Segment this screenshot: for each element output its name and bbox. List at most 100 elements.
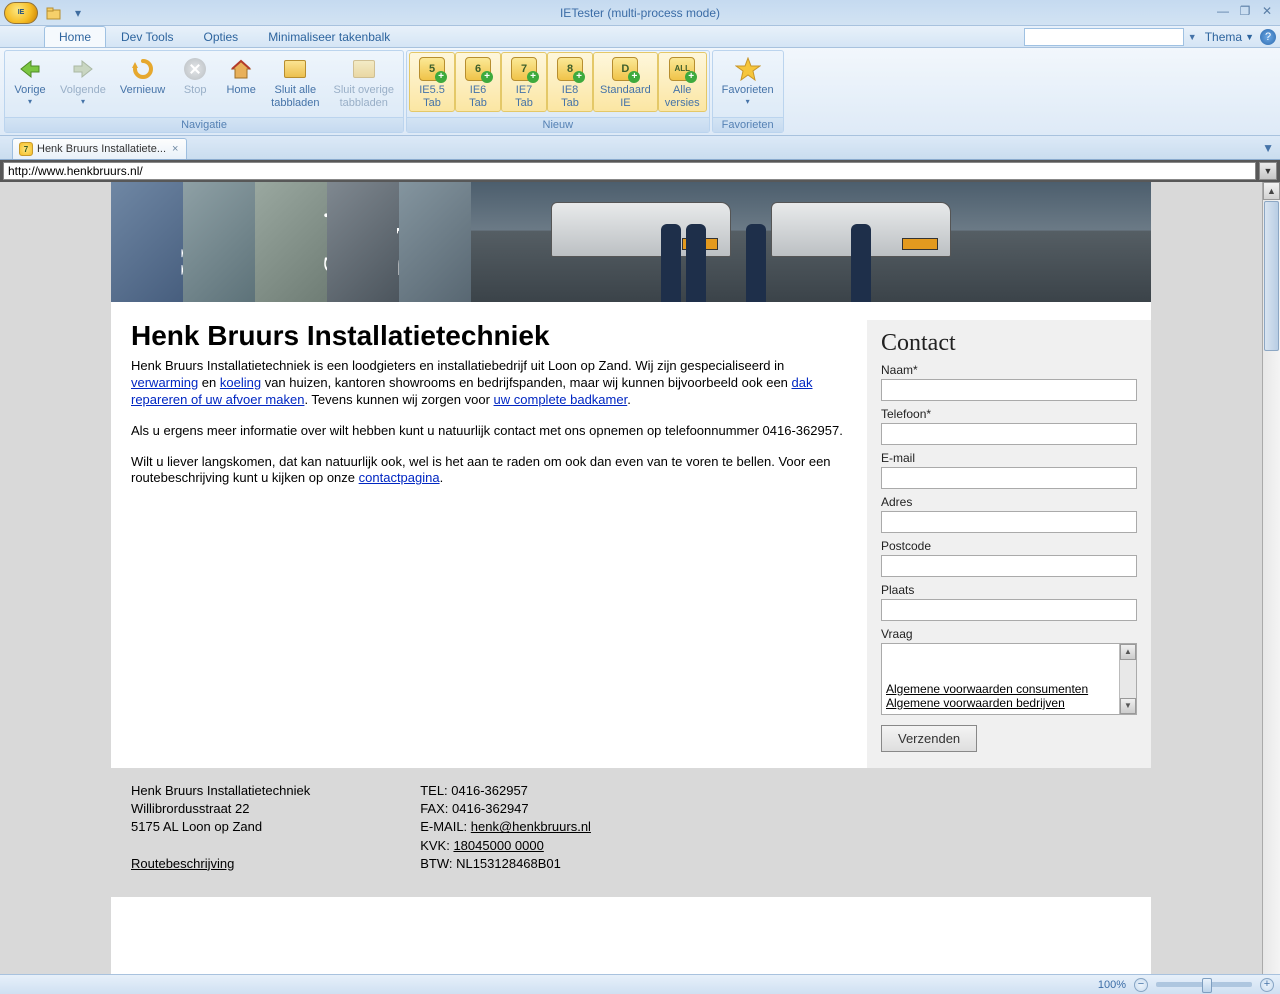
url-input[interactable]	[3, 162, 1256, 180]
label-telefoon: Telefoon*	[881, 407, 1137, 421]
minimize-button[interactable]: —	[1214, 4, 1232, 18]
input-adres[interactable]	[881, 511, 1137, 533]
ie-7-icon: 7+	[511, 57, 537, 81]
theme-selector[interactable]: Thema▼	[1201, 30, 1258, 44]
new-ie55-tab-button[interactable]: 5+IE5.5 Tab	[409, 52, 455, 112]
submit-button[interactable]: Verzenden	[881, 725, 977, 752]
close-other-tabs-button[interactable]: Sluit overige tabbladen	[326, 52, 401, 112]
zoom-level: 100%	[1098, 979, 1126, 991]
ribbon-group-fav-title: Favorieten	[713, 117, 783, 132]
banner-tab-sanitair[interactable]: Sanita	[255, 182, 327, 302]
link-badkamer[interactable]: uw complete badkamer	[494, 392, 628, 407]
arrow-left-icon	[16, 55, 44, 83]
home-button[interactable]: Home	[218, 52, 264, 100]
url-dropdown-button[interactable]: ▼	[1259, 162, 1277, 180]
label-plaats: Plaats	[881, 583, 1137, 597]
address-bar: ▼	[0, 160, 1280, 182]
viewport: Verwa Koelin Sanita Daken Over c Henk Br…	[0, 182, 1280, 974]
folder-icon	[281, 55, 309, 83]
link-verwarming[interactable]: verwarming	[131, 375, 198, 390]
banner-tab-koeling[interactable]: Koelin	[183, 182, 255, 302]
label-naam: Naam*	[881, 363, 1137, 377]
scroll-thumb[interactable]	[1264, 201, 1279, 351]
input-plaats[interactable]	[881, 599, 1137, 621]
link-routebeschrijving[interactable]: Routebeschrijving	[131, 856, 234, 871]
app-title: IETester (multi-process mode)	[560, 6, 720, 20]
new-ie8-tab-button[interactable]: 8+IE8 Tab	[547, 52, 593, 112]
page-scrollbar[interactable]: ▲	[1262, 182, 1280, 974]
link-footer-email[interactable]: henk@henkbruurs.nl	[471, 819, 591, 834]
zoom-out-button[interactable]: −	[1134, 978, 1148, 992]
zoom-in-button[interactable]: +	[1260, 978, 1274, 992]
tab-home[interactable]: Home	[44, 26, 106, 47]
input-email[interactable]	[881, 467, 1137, 489]
footer-company: Henk Bruurs Installatietechniek	[131, 782, 310, 800]
footer-fax: 0416-362947	[452, 801, 529, 816]
input-telefoon[interactable]	[881, 423, 1137, 445]
new-ie6-tab-button[interactable]: 6+IE6 Tab	[455, 52, 501, 112]
banner-tab-daken[interactable]: Daken	[327, 182, 399, 302]
label-email: E-mail	[881, 451, 1137, 465]
arrow-right-icon	[69, 55, 97, 83]
tab-opties[interactable]: Opties	[189, 26, 254, 47]
ribbon-tabs: Home Dev Tools Opties Minimaliseer taken…	[0, 26, 1280, 48]
ribbon: Vorige▾ Volgende▾ Vernieuw Stop Home Slu…	[0, 48, 1280, 136]
ie-6-icon: 6+	[465, 57, 491, 81]
textarea-vraag[interactable]: ▲▼ Algemene voorwaarden consumenten Alge…	[881, 643, 1137, 715]
tabstrip-dropdown-icon[interactable]: ▼	[1262, 141, 1274, 155]
label-vraag: Vraag	[881, 627, 1137, 641]
qat-dropdown-icon[interactable]: ▾	[68, 3, 88, 23]
close-all-tabs-button[interactable]: Sluit alle tabbladen	[264, 52, 326, 112]
footer-city: 5175 AL Loon op Zand	[131, 818, 310, 836]
document-tab[interactable]: 7 Henk Bruurs Installatiete... ×	[12, 138, 187, 159]
textarea-scrollbar[interactable]: ▲▼	[1119, 644, 1136, 714]
title-bar: IE ▾ IETester (multi-process mode) — ❐ ✕	[0, 0, 1280, 26]
search-input[interactable]	[1024, 28, 1184, 46]
back-button[interactable]: Vorige▾	[7, 52, 53, 109]
scroll-up-icon[interactable]: ▲	[1263, 182, 1280, 200]
input-naam[interactable]	[881, 379, 1137, 401]
status-bar: 100% − +	[0, 974, 1280, 994]
qat-open-icon[interactable]	[44, 3, 64, 23]
banner-tab-verwarming[interactable]: Verwa	[111, 182, 183, 302]
link-koeling[interactable]: koeling	[220, 375, 261, 390]
link-voorwaarden-consumenten[interactable]: Algemene voorwaarden consumenten	[886, 682, 1088, 696]
page-footer: Henk Bruurs Installatietechniek Willibro…	[111, 768, 1151, 897]
link-contactpagina[interactable]: contactpagina	[359, 470, 440, 485]
search-dropdown-icon[interactable]: ▼	[1186, 32, 1199, 42]
footer-street: Willibrordusstraat 22	[131, 800, 310, 818]
contact-form: Contact Naam* Telefoon* E-mail Adres Pos…	[867, 320, 1151, 768]
home-icon	[227, 55, 255, 83]
input-postcode[interactable]	[881, 555, 1137, 577]
app-orb-icon[interactable]: IE	[4, 2, 38, 24]
ie-5-icon: 5+	[419, 57, 445, 81]
tab-devtools[interactable]: Dev Tools	[106, 26, 188, 47]
forward-button[interactable]: Volgende▾	[53, 52, 113, 109]
article-p3: Wilt u liever langskomen, dat kan natuur…	[131, 454, 847, 488]
tab-minimize-taskbar[interactable]: Minimaliseer takenbalk	[253, 26, 405, 47]
zoom-slider[interactable]	[1156, 982, 1252, 987]
stop-button[interactable]: Stop	[172, 52, 218, 100]
close-button[interactable]: ✕	[1258, 4, 1276, 18]
tab-ie7-icon: 7	[19, 142, 33, 156]
label-postcode: Postcode	[881, 539, 1137, 553]
banner-tab-over[interactable]: Over c	[399, 182, 471, 302]
help-icon[interactable]: ?	[1260, 29, 1276, 45]
document-tab-title: Henk Bruurs Installatiete...	[37, 143, 166, 155]
refresh-button[interactable]: Vernieuw	[113, 52, 172, 100]
new-default-ie-button[interactable]: D+Standaard IE	[593, 52, 658, 112]
footer-whitespace	[111, 897, 1151, 974]
new-ie7-tab-button[interactable]: 7+IE7 Tab	[501, 52, 547, 112]
link-voorwaarden-bedrijven[interactable]: Algemene voorwaarden bedrijven	[886, 696, 1088, 710]
new-all-versions-button[interactable]: ALL+Alle versies	[658, 52, 707, 112]
article: Henk Bruurs Installatietechniek Henk Bru…	[111, 320, 867, 768]
ribbon-group-nav-title: Navigatie	[5, 117, 403, 132]
favorites-button[interactable]: Favorieten▾	[715, 52, 781, 109]
tab-close-icon[interactable]: ×	[170, 143, 180, 155]
folder-faded-icon	[350, 55, 378, 83]
link-footer-kvk[interactable]: 18045000 0000	[453, 838, 543, 853]
banner-photo	[471, 182, 1151, 302]
webpage: Verwa Koelin Sanita Daken Over c Henk Br…	[111, 182, 1151, 974]
footer-tel: 0416-362957	[451, 783, 528, 798]
maximize-button[interactable]: ❐	[1236, 4, 1254, 18]
